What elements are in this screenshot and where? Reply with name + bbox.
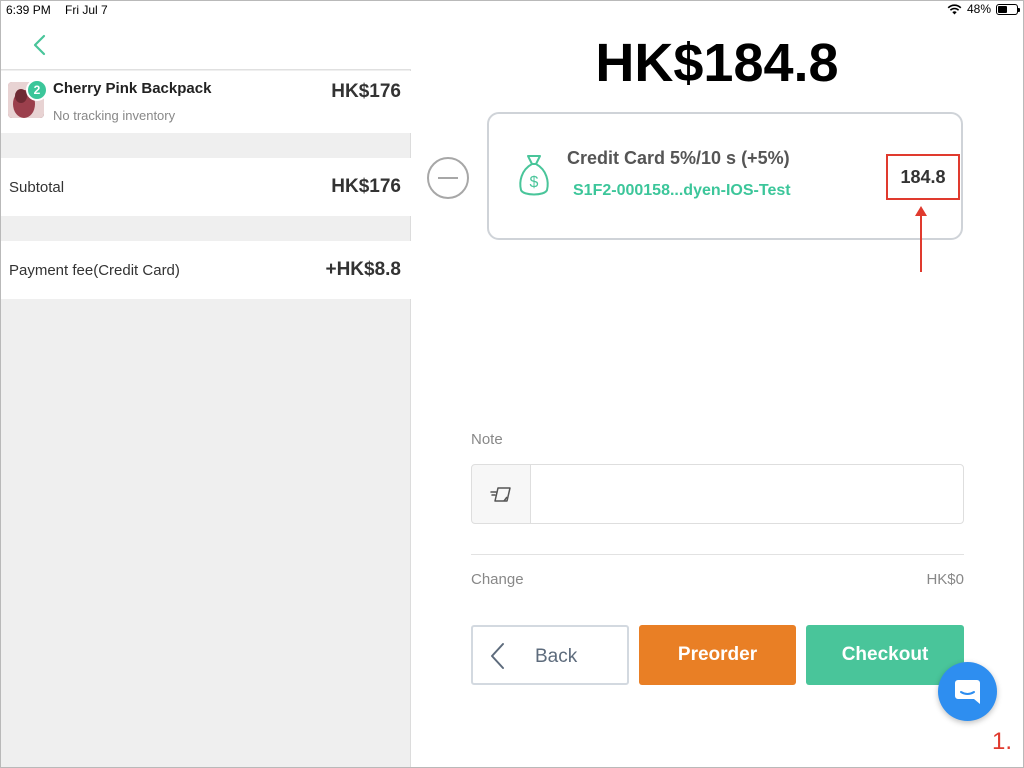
back-button[interactable]: Back (471, 625, 629, 685)
step-number-label: 1. (992, 728, 1013, 755)
subtotal-row: Subtotal HK$176 (1, 158, 411, 216)
back-chevron-icon[interactable] (31, 34, 47, 56)
checkout-button[interactable]: Checkout (806, 625, 964, 685)
payment-reference: S1F2-000158...dyen-IOS-Test (573, 182, 791, 199)
preorder-button[interactable]: Preorder (639, 625, 796, 685)
battery-icon (996, 3, 1020, 15)
status-indicators: 48% (947, 2, 1020, 16)
item-name: Cherry Pink Backpack (53, 80, 212, 97)
item-inventory-note: No tracking inventory (53, 108, 176, 123)
payment-amount: 184.8 (900, 167, 946, 187)
status-date: Fri Jul 7 (65, 3, 108, 17)
chat-icon (955, 680, 980, 704)
battery-fill (998, 5, 1007, 13)
subtotal-value: HK$176 (331, 176, 401, 197)
total-amount: HK$184.8 (595, 33, 839, 93)
change-value: HK$0 (926, 571, 964, 588)
battery-percent: 48% (966, 2, 991, 16)
item-price: HK$176 (331, 81, 401, 102)
remove-payment-button[interactable] (427, 157, 469, 199)
subtotal-label: Subtotal (9, 179, 65, 196)
annotation-arrow-line (920, 210, 922, 272)
chevron-left-icon (491, 643, 504, 669)
svg-text:$: $ (530, 174, 539, 191)
cart-item-row[interactable]: 2 Cherry Pink Backpack No tracking inven… (1, 71, 411, 133)
note-input[interactable] (530, 464, 964, 524)
status-bar: 6:39 PM Fri Jul 7 48% (0, 0, 1024, 20)
quantity-badge: 2 (26, 79, 48, 101)
note-icon-box (471, 464, 531, 524)
back-button-label: Back (535, 646, 578, 667)
note-icon (490, 487, 511, 502)
annotation-arrow-head (915, 206, 927, 216)
payment-fee-label: Payment fee(Credit Card) (9, 262, 180, 279)
payment-fee-value: +HK$8.8 (325, 259, 401, 280)
money-bag-icon: $ (519, 155, 549, 196)
payment-method-label: Credit Card 5%/10 s (+5%) (567, 148, 790, 168)
payment-amount-highlight[interactable]: 184.8 (886, 154, 960, 200)
divider (471, 554, 964, 555)
left-header (1, 20, 411, 70)
payment-fee-row: Payment fee(Credit Card) +HK$8.8 (1, 241, 411, 299)
order-summary-panel: 2 Cherry Pink Backpack No tracking inven… (1, 20, 411, 767)
note-label: Note (471, 431, 503, 448)
wifi-icon (947, 3, 962, 14)
chat-support-button[interactable] (938, 662, 997, 721)
status-time: 6:39 PM (6, 3, 51, 17)
change-label: Change (471, 571, 524, 588)
payment-card[interactable]: $ Credit Card 5%/10 s (+5%) S1F2-000158.… (487, 112, 963, 240)
